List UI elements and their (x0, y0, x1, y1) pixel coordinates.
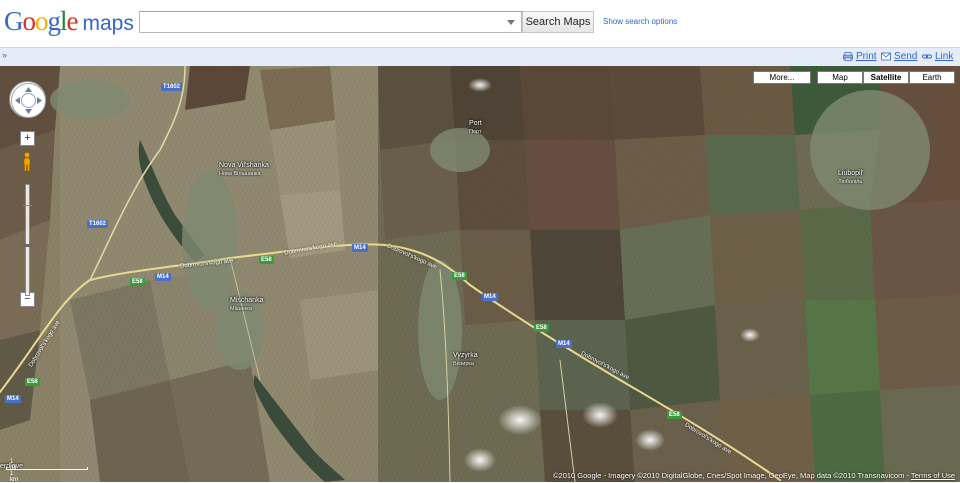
send-link[interactable]: Send (881, 51, 917, 62)
logo-letter: o (35, 6, 48, 36)
route-shield: E58 (130, 278, 145, 286)
scale-bar (6, 467, 88, 470)
search-input[interactable] (139, 11, 522, 33)
pan-arrows-icon (11, 83, 46, 118)
map-toolbar: » Print Send Link (0, 47, 960, 66)
double-chevron-right-icon[interactable]: » (2, 50, 7, 60)
place-name: Liubopil' (838, 170, 864, 177)
satellite-map[interactable]: Port Порт Nova Vil'shanka Нова Вільшанка… (0, 66, 960, 482)
printer-icon (843, 52, 853, 61)
route-shield: E58 (534, 324, 549, 332)
envelope-icon (881, 52, 891, 61)
send-label: Send (894, 51, 918, 62)
place-name: Nova Vil'shanka (219, 162, 269, 169)
show-search-options-link[interactable]: Show search options (603, 17, 677, 26)
route-shield: M14 (556, 340, 572, 348)
scale-km: 1 km (10, 471, 18, 483)
link-label: Link (935, 51, 954, 62)
map-view-button[interactable]: Map (817, 71, 863, 84)
zoom-slider-thumb[interactable] (23, 244, 32, 247)
route-shield: T1602 (87, 220, 109, 228)
copyright-text: ©2010 Google - Imagery ©2010 DigitalGlob… (553, 471, 911, 480)
place-local-name: Любопіль (838, 179, 863, 185)
print-link[interactable]: Print (843, 51, 877, 62)
place-local-name: Мішанка (230, 306, 252, 312)
satellite-view-button[interactable]: Satellite (863, 71, 909, 84)
zoom-in-button[interactable]: + (20, 131, 35, 146)
route-shield: M14 (482, 293, 498, 301)
place-local-name: Порт (469, 129, 482, 135)
place-name: Vyzyrka (453, 352, 478, 359)
place-label[interactable]: Mischanka Мішанка (230, 297, 263, 313)
zoom-slider-track[interactable] (23, 184, 32, 296)
place-local-name: Нова Вільшанка (219, 171, 261, 177)
link-link[interactable]: Link (922, 51, 953, 62)
logo-letter: G (4, 6, 23, 36)
chain-link-icon (922, 54, 932, 59)
google-maps-logo[interactable]: Google maps (4, 6, 134, 36)
maps-wordmark: maps (82, 12, 134, 35)
route-shield: M14 (5, 395, 21, 403)
route-shield: E58 (667, 411, 682, 419)
print-label: Print (856, 51, 877, 62)
place-label[interactable]: Nova Vil'shanka Нова Вільшанка (219, 162, 269, 178)
terms-of-use-link[interactable]: Terms of Use (911, 471, 955, 480)
copyright-notice: ©2010 Google - Imagery ©2010 DigitalGlob… (553, 471, 955, 480)
place-label[interactable]: Liubopil' Любопіль (838, 170, 863, 186)
route-shield: M14 (352, 244, 368, 252)
street-view-pegman-icon[interactable] (22, 152, 32, 172)
route-shield: E58 (25, 378, 40, 386)
pan-control-icon[interactable] (9, 81, 46, 118)
more-layers-button[interactable]: More... (753, 71, 811, 84)
logo-letter: e (66, 6, 79, 36)
logo-letter: g (47, 6, 61, 36)
earth-view-button[interactable]: Earth (909, 71, 955, 84)
search-maps-button[interactable]: Search Maps (522, 11, 594, 33)
place-name: Mischanka (230, 297, 264, 304)
route-shield: T1602 (161, 83, 183, 91)
place-local-name: Визирка (453, 361, 474, 367)
place-label[interactable]: Port Порт (469, 120, 482, 136)
header: Google maps Search Maps Show search opti… (0, 0, 960, 46)
logo-letter: o (22, 6, 36, 36)
place-name: Port (469, 120, 482, 127)
route-shield: E58 (259, 256, 274, 264)
route-shield: E58 (452, 272, 467, 280)
google-wordmark: Google (4, 6, 78, 37)
zoom-tick (23, 205, 32, 206)
place-label[interactable]: Vyzyrka Визирка (453, 352, 478, 368)
chevron-down-icon[interactable] (507, 20, 515, 25)
route-shield: M14 (155, 273, 171, 281)
